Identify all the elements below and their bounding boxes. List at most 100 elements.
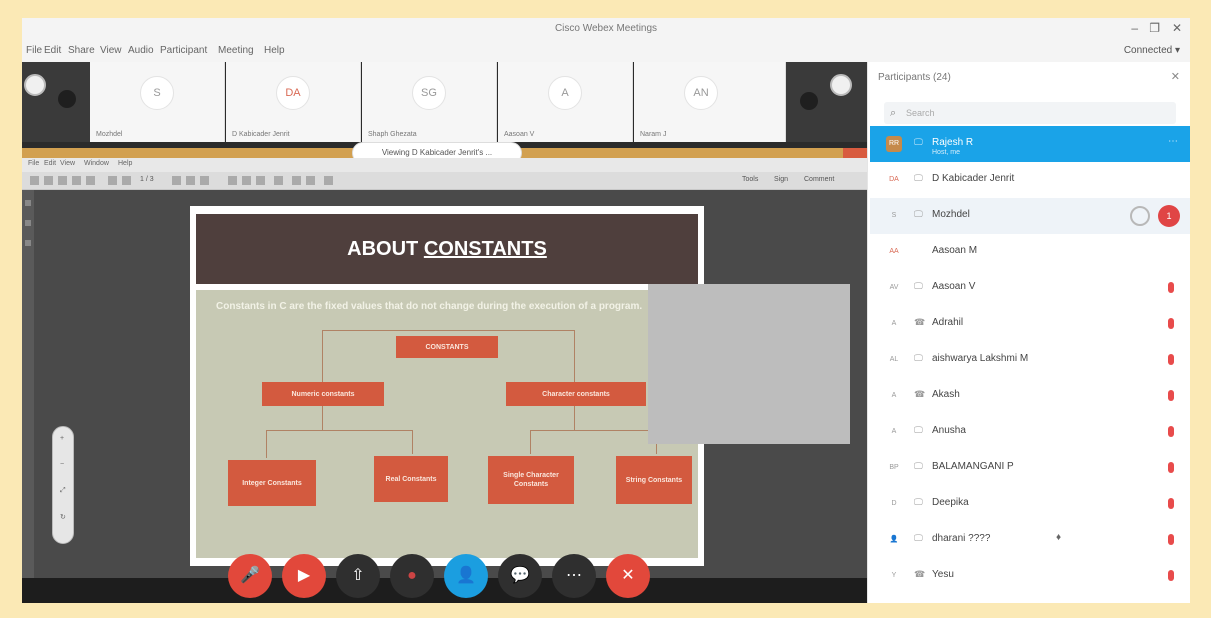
zoom-in-icon[interactable]: + <box>60 435 64 442</box>
menu-audio[interactable]: Audio <box>128 45 154 56</box>
video-tile[interactable]: SG Shaph Ghezata <box>362 62 497 142</box>
rotate-icon[interactable]: ↻ <box>60 513 66 521</box>
viewer-menu-file[interactable]: File <box>28 160 39 167</box>
search-icon[interactable] <box>274 176 283 185</box>
comment-button[interactable]: Comment <box>804 176 834 183</box>
video-button[interactable]: ▶ <box>282 554 326 598</box>
more-button[interactable]: ⋯ <box>552 554 596 598</box>
close-window-button[interactable]: ✕ <box>1172 21 1182 35</box>
muted-mic-icon[interactable] <box>1168 426 1174 437</box>
connector-line <box>530 430 656 431</box>
floating-video-overlay[interactable] <box>648 284 850 444</box>
participant-row[interactable]: AV 🖵 Aasoan V <box>870 270 1190 306</box>
zoom-in-icon[interactable] <box>186 176 195 185</box>
scroll-right-button[interactable] <box>830 74 852 96</box>
more-icon[interactable]: ⋯ <box>1168 136 1178 147</box>
fit-icon[interactable]: ⤢ <box>60 487 66 495</box>
expand-icon[interactable] <box>324 176 333 185</box>
zoom-control[interactable]: + − ⤢ ↻ <box>52 426 74 544</box>
muted-mic-icon[interactable] <box>1168 282 1174 293</box>
participant-row[interactable]: AL 🖵 aishwarya Lakshmi M <box>870 342 1190 378</box>
menu-participant[interactable]: Participant <box>160 45 207 56</box>
page-indicator[interactable]: 1 / 3 <box>140 176 154 183</box>
close-panel-button[interactable]: ✕ <box>1171 70 1180 83</box>
zoom-out-icon[interactable]: − <box>60 461 64 468</box>
viewer-menu-window[interactable]: Window <box>84 160 109 167</box>
participant-row[interactable]: DA 🖵 D Kabicader Jenrit <box>870 162 1190 198</box>
page-up-icon[interactable] <box>108 176 117 185</box>
menu-meeting[interactable]: Meeting <box>218 45 254 56</box>
mute-button[interactable]: 🎤 <box>228 554 272 598</box>
bookmark-icon[interactable] <box>25 220 31 226</box>
presentation-slide: ABOUT CONSTANTS Constants in C are the f… <box>190 206 704 566</box>
upload-icon[interactable] <box>86 176 95 185</box>
participant-search-input[interactable]: ⌕ Search <box>884 102 1176 124</box>
open-icon[interactable] <box>30 176 39 185</box>
leave-button[interactable]: ✕ <box>606 554 650 598</box>
mute-toggle-icon[interactable] <box>1130 206 1150 226</box>
chat-button[interactable]: 💬 <box>498 554 542 598</box>
viewer-close-area[interactable] <box>843 148 867 158</box>
select-icon[interactable] <box>228 176 237 185</box>
minimize-button[interactable]: – <box>1131 21 1138 35</box>
viewer-menu-edit[interactable]: Edit <box>44 160 56 167</box>
muted-mic-icon[interactable] <box>1168 390 1174 401</box>
share-button[interactable]: ⇧ <box>336 554 380 598</box>
participant-row[interactable]: 👤 🖵 dharani ???? ♦ <box>870 522 1190 558</box>
menu-help[interactable]: Help <box>264 45 285 56</box>
participants-title[interactable]: Participants (24) <box>878 72 951 83</box>
viewer-menu-view[interactable]: View <box>60 160 75 167</box>
attachment-icon[interactable] <box>25 240 31 246</box>
screen-icon: 🖵 <box>914 425 923 435</box>
muted-mic-icon[interactable] <box>1168 354 1174 365</box>
tools-button[interactable]: Tools <box>742 176 758 183</box>
video-tile[interactable]: A Aasoan V <box>498 62 633 142</box>
highlight-icon[interactable] <box>306 176 315 185</box>
muted-mic-icon[interactable] <box>1168 318 1174 329</box>
notification-badge[interactable]: 1 <box>1158 205 1180 227</box>
menu-share[interactable]: Share <box>68 45 95 56</box>
zoom-out-icon[interactable] <box>172 176 181 185</box>
participant-row[interactable]: S 🖵 Mozhdel 1 <box>870 198 1190 234</box>
fit-page-icon[interactable] <box>200 176 209 185</box>
print-icon[interactable] <box>58 176 67 185</box>
sign-button[interactable]: Sign <box>774 176 788 183</box>
marquee-icon[interactable] <box>256 176 265 185</box>
thumbnail-icon[interactable] <box>25 200 31 206</box>
muted-mic-icon[interactable] <box>1168 570 1174 581</box>
phone-icon: ☎ <box>914 569 926 579</box>
participant-row[interactable]: A ☎ Akash <box>870 378 1190 414</box>
muted-mic-icon[interactable] <box>1168 462 1174 473</box>
connection-status[interactable]: Connected ▾ <box>1124 45 1180 56</box>
page-down-icon[interactable] <box>122 176 131 185</box>
video-tile[interactable]: S Mozhdel <box>90 62 225 142</box>
participant-row[interactable]: RR 🖵 Rajesh R Host, me ⋯ <box>870 126 1190 162</box>
participants-button[interactable]: 👤 <box>444 554 488 598</box>
comment-icon[interactable] <box>292 176 301 185</box>
participant-row[interactable]: Y ☎ Yesu <box>870 558 1190 594</box>
menu-edit[interactable]: Edit <box>44 45 61 56</box>
participant-row[interactable]: AA Aasoan M <box>870 234 1190 270</box>
menu-file[interactable]: File <box>26 45 42 56</box>
video-tile[interactable]: AN Naram J <box>634 62 786 142</box>
participant-row[interactable]: A 🖵 Anusha <box>870 414 1190 450</box>
save-icon[interactable] <box>44 176 53 185</box>
mail-icon[interactable] <box>72 176 81 185</box>
avatar: AL <box>889 356 899 363</box>
self-view-left <box>22 62 90 142</box>
muted-mic-icon[interactable] <box>1168 498 1174 509</box>
participant-name: Rajesh R <box>932 137 974 148</box>
viewer-menu-help[interactable]: Help <box>118 160 132 167</box>
menu-view[interactable]: View <box>100 45 122 56</box>
window-title: Cisco Webex Meetings <box>554 23 658 34</box>
scroll-left-button[interactable] <box>24 74 46 96</box>
participant-row[interactable]: BP 🖵 BALAMANGANI P <box>870 450 1190 486</box>
participant-row[interactable]: D 🖵 Deepika <box>870 486 1190 522</box>
video-tile[interactable]: DA D Kabicader Jenrit <box>226 62 361 142</box>
muted-mic-icon[interactable] <box>1168 534 1174 545</box>
slide-title-plain: ABOUT <box>347 238 424 260</box>
participant-row[interactable]: A ☎ Adrahil <box>870 306 1190 342</box>
record-button[interactable]: ● <box>390 554 434 598</box>
hand-icon[interactable] <box>242 176 251 185</box>
maximize-button[interactable]: ❐ <box>1149 21 1160 35</box>
